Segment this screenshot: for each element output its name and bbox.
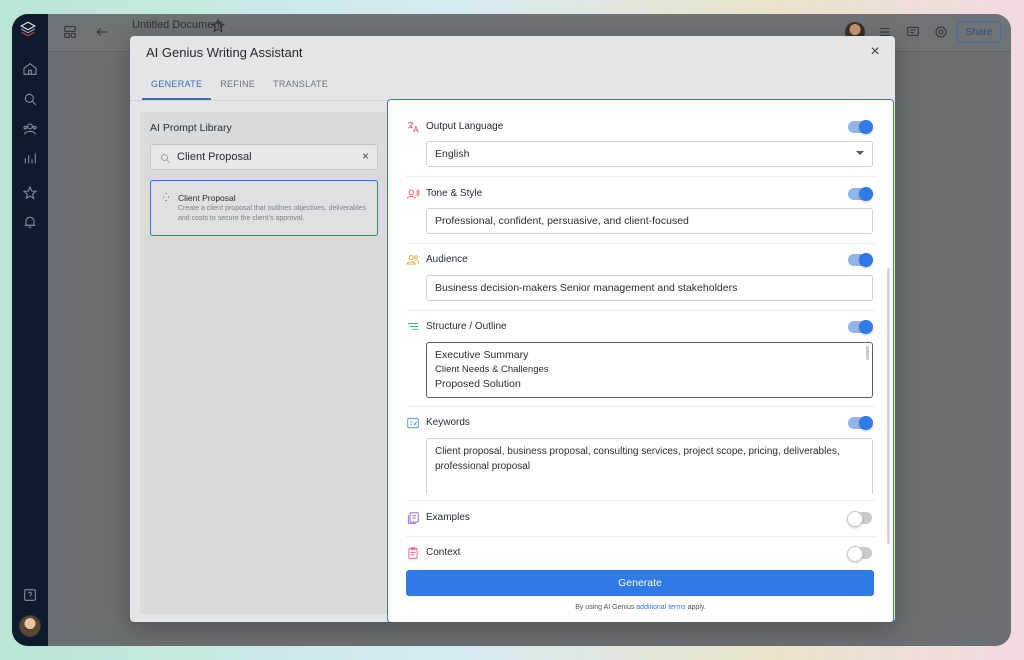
comment-icon[interactable] — [905, 24, 921, 40]
structure-label: Structure / Outline — [426, 321, 507, 332]
audience-label: Audience — [426, 254, 468, 265]
keywords-label: Keywords — [426, 417, 470, 428]
back-arrow-icon[interactable] — [94, 24, 110, 40]
tone-icon — [406, 187, 420, 201]
section-examples: Examples — [406, 511, 876, 527]
section-divider — [406, 536, 876, 537]
section-divider — [406, 176, 876, 177]
terms-suffix: apply. — [685, 604, 706, 611]
audience-icon — [406, 253, 420, 267]
keywords-icon — [406, 416, 420, 430]
section-structure: Structure / Outline Executive Summary Cl… — [406, 320, 876, 398]
search-icon[interactable] — [21, 90, 39, 108]
output-language-label: Output Language — [426, 121, 504, 132]
tone-style-input[interactable]: Professional, confident, persuasive, and… — [426, 208, 873, 234]
keywords-textarea[interactable]: Client proposal, business proposal, cons… — [426, 438, 873, 494]
document-title[interactable]: Untitled Document — [132, 19, 223, 31]
tone-style-label: Tone & Style — [426, 188, 483, 199]
tab-refine[interactable]: REFINE — [211, 74, 264, 100]
writing-assistant-modal: AI Genius Writing Assistant × GENERATE R… — [130, 36, 895, 622]
additional-terms-link[interactable]: additional terms — [636, 604, 685, 611]
output-language-value: English — [435, 148, 470, 160]
chart-icon[interactable] — [21, 149, 39, 167]
prompt-card-client-proposal[interactable]: ⁛ Client Proposal Create a client propos… — [150, 180, 378, 236]
context-icon — [406, 546, 420, 560]
section-audience: Audience Business decision-makers Senior… — [406, 253, 876, 301]
bell-icon[interactable] — [21, 213, 39, 231]
sparkle-icon: ⁛ — [163, 193, 170, 202]
users-icon[interactable] — [21, 120, 39, 138]
output-language-select[interactable]: English — [426, 141, 873, 167]
output-language-toggle[interactable] — [848, 120, 873, 134]
prompt-card-title: Client Proposal — [178, 193, 236, 203]
section-divider — [406, 500, 876, 501]
star-icon[interactable] — [21, 184, 39, 202]
share-button[interactable]: Share — [957, 21, 1001, 43]
context-label: Context — [426, 547, 461, 558]
modal-tabs: GENERATE REFINE TRANSLATE — [142, 74, 337, 100]
left-sidebar — [12, 14, 48, 646]
generate-form-panel: Output Language English Tone & Style Pro… — [387, 99, 894, 622]
section-divider — [406, 310, 876, 311]
terms-prefix: By using AI Genius — [575, 604, 637, 611]
section-tone-style: Tone & Style Professional, confident, pe… — [406, 187, 876, 234]
search-icon — [159, 151, 171, 163]
context-toggle[interactable] — [847, 546, 872, 562]
section-keywords: Keywords Client proposal, business propo… — [406, 416, 876, 494]
prompt-library: AI Prompt Library Client Proposal × ⁛ Cl… — [140, 112, 388, 614]
tone-style-toggle[interactable] — [848, 187, 873, 201]
close-icon[interactable]: × — [865, 42, 885, 62]
generate-button[interactable]: Generate — [406, 570, 874, 596]
app-window: Untitled Document Ar Share AI Genius Wri… — [12, 14, 1011, 646]
search-value[interactable]: Client Proposal — [177, 151, 252, 163]
structure-line: Client Needs & Challenges — [435, 363, 549, 375]
examples-toggle[interactable] — [847, 511, 872, 527]
terms-notice: By using AI Genius additional terms appl… — [388, 604, 893, 611]
structure-icon — [406, 320, 420, 334]
chevron-down-icon — [856, 151, 864, 155]
examples-label: Examples — [426, 512, 470, 523]
audience-toggle[interactable] — [848, 253, 873, 267]
keywords-toggle[interactable] — [848, 416, 873, 430]
section-output-language: Output Language English — [406, 120, 876, 167]
tab-generate[interactable]: GENERATE — [142, 74, 212, 100]
panel-scrollbar[interactable] — [887, 268, 890, 544]
library-search-input[interactable]: Client Proposal × — [150, 144, 378, 170]
examples-icon — [406, 511, 420, 525]
layout-icon[interactable] — [62, 24, 78, 40]
structure-line: Proposed Solution — [435, 378, 521, 390]
section-divider — [406, 406, 876, 407]
translate-icon — [406, 120, 420, 134]
modal-title: AI Genius Writing Assistant — [146, 45, 303, 60]
home-icon[interactable] — [21, 60, 39, 78]
tab-translate[interactable]: TRANSLATE — [264, 74, 337, 100]
audience-input[interactable]: Business decision-makers Senior manageme… — [426, 275, 873, 301]
help-icon[interactable] — [21, 586, 39, 604]
prompt-card-description: Create a client proposal that outlines o… — [178, 205, 366, 222]
structure-textarea[interactable]: Executive Summary Client Needs & Challen… — [426, 342, 873, 398]
section-divider — [406, 243, 876, 244]
favorite-star-icon[interactable] — [210, 18, 226, 34]
avatar[interactable] — [19, 615, 41, 637]
section-context: Context — [406, 546, 876, 562]
clear-search-icon[interactable]: × — [362, 149, 369, 163]
structure-toggle[interactable] — [848, 320, 873, 334]
textarea-scrollbar[interactable] — [866, 346, 869, 360]
settings-gear-icon[interactable] — [933, 24, 949, 40]
logo-icon[interactable] — [19, 20, 37, 38]
library-title: AI Prompt Library — [150, 122, 232, 134]
structure-line: Executive Summary — [435, 349, 529, 361]
